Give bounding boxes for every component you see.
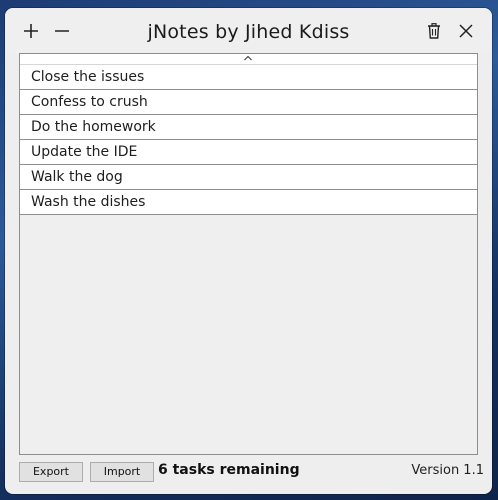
tasks-remaining-label: 6 tasks remaining [158,462,300,478]
list-item[interactable]: Walk the dog [20,165,477,190]
task-list[interactable]: Close the issues Confess to crush Do the… [19,53,478,455]
list-header[interactable] [20,54,477,65]
list-item[interactable]: Update the IDE [20,140,477,165]
trash-icon [428,23,440,39]
close-button[interactable] [455,20,477,42]
export-button[interactable]: Export [19,462,83,482]
list-item[interactable]: Close the issues [20,65,477,90]
list-item[interactable]: Do the homework [20,115,477,140]
footer-bar: Export Import 6 tasks remaining Version … [5,457,492,487]
import-button[interactable]: Import [90,462,154,482]
app-window: jNotes by Jihed Kdiss Close the issues C [5,8,492,494]
title-bar: jNotes by Jihed Kdiss [5,8,492,53]
version-label: Version 1.1 [411,463,484,478]
app-title: jNotes by Jihed Kdiss [147,21,350,43]
close-icon [459,24,473,38]
list-item[interactable]: Wash the dishes [20,190,477,215]
list-item[interactable]: Confess to crush [20,90,477,115]
delete-all-button[interactable] [423,20,445,42]
chevron-up-icon [244,55,252,61]
